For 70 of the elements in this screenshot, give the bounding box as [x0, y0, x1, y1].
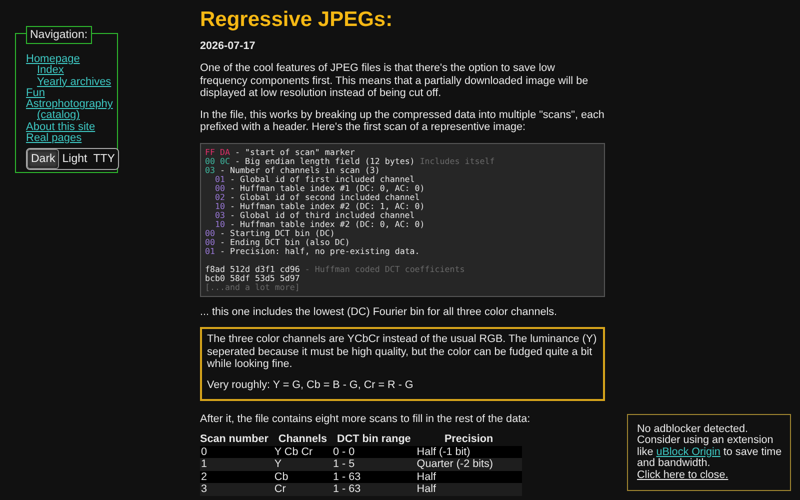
code-text: 00: [205, 236, 215, 246]
table-cell: 2: [200, 470, 274, 483]
code-text: - Huffman table index #2 (DC: 1, AC: 0): [228, 200, 425, 210]
code-text: 00: [205, 228, 215, 238]
nav-link[interactable]: About this site: [26, 122, 96, 134]
code-text: - "start of scan" marker: [234, 146, 355, 156]
nav-link[interactable]: Fun: [26, 88, 45, 100]
code-text: FF DA: [205, 146, 230, 156]
table-cell: Y: [273, 458, 332, 470]
code-text: - Huffman coded DCT coefficients: [304, 264, 465, 274]
paragraph: ... this one includes the lowest (DC) Fourier bin for all three color channels.: [200, 306, 558, 318]
table-cell: 1 - 5: [332, 458, 416, 470]
code-text: bcb0 58df 53d5 5d97: [205, 272, 300, 282]
table-cell: Cb: [273, 470, 332, 483]
nav-link[interactable]: Yearly archives: [37, 76, 112, 88]
code-text: 10: [214, 200, 225, 210]
nav-link[interactable]: Homepage: [26, 54, 80, 66]
table-cell: Cr: [273, 483, 332, 496]
table-cell: 1 - 63: [332, 483, 416, 496]
column-header: DCT bin range: [336, 432, 412, 446]
table-cell: Quarter (-2 bits): [416, 458, 522, 470]
code-text: - Ending DCT bin (also DC): [218, 236, 350, 246]
code-text: 02: [214, 192, 225, 202]
code-text: - Number of channels in scan (3): [218, 164, 380, 174]
code-text: 01: [214, 174, 225, 184]
article-title: Regressive JPEGs:: [200, 8, 394, 32]
table-cell: Y Cb Cr: [273, 446, 332, 458]
table-cell: Half: [416, 470, 522, 483]
column-header: Scan number: [200, 432, 270, 446]
table-cell: 0 - 0: [332, 446, 416, 458]
paragraph: After it, the file contains eight more scans to fill in the rest of the data:: [200, 413, 532, 426]
paragraph: One of the cool features of JPEG files is that there's the option to save low frequency components first. This means that a partially downloaded image will be displayed at low resolution instead of being cut off.: [200, 62, 590, 100]
code-text: - Huffman table index #1 (DC: 0, AC: 0): [228, 182, 425, 192]
close-link[interactable]: Click here to close.: [637, 468, 728, 480]
code-text: f8ad 512d d3f1 cd96: [205, 264, 300, 274]
table-cell: 0: [200, 446, 274, 458]
code-text: - Starting DCT bin (DC): [218, 228, 335, 238]
code-text: 10: [214, 218, 225, 228]
code-text: - Huffman table index #2 (DC: 0, AC: 0): [228, 218, 425, 228]
code-text: - Big endian length field (12 bytes): [234, 156, 416, 166]
table-cell: Half (-1 bit): [416, 446, 522, 458]
note-text: The three color channels are YCbCr instead of the usual RGB. The luminance (Y) seperated because it must be high quality, but the color can be fudged quite a bit while looking fine.: [207, 333, 598, 370]
table-cell: Half: [416, 483, 522, 496]
code-text: - Global id of first included channel: [228, 174, 415, 184]
code-text: 01: [205, 246, 215, 256]
code-text: 00 0C: [205, 156, 230, 166]
extension-link[interactable]: uBlock Origin: [656, 446, 720, 458]
theme-button[interactable]: Dark: [27, 149, 60, 170]
paragraph: In the file, this works by breaking up the compressed data into multiple "scans", each prefixed with a header. Here's the first scan of a representive image:: [200, 108, 605, 134]
code-text: - Global id of third included channel: [228, 210, 415, 220]
column-header: Precision: [443, 432, 494, 446]
column-header: Channels: [277, 432, 328, 446]
code-text: 00: [214, 182, 225, 192]
code-text: - Precision: half, no pre-existing data.: [218, 246, 420, 256]
article-date: 2026-07-17: [200, 40, 256, 52]
code-text: - Global id of second included channel: [228, 192, 420, 202]
nav-link[interactable]: Index: [37, 65, 64, 77]
navigation-title: Navigation:: [26, 26, 92, 44]
code-text: 03: [205, 164, 215, 174]
code-text: 03: [214, 210, 225, 220]
note-text: Very roughly: Y = G, Cb = B - G, Cr = R - G: [207, 378, 414, 391]
table-cell: 1: [200, 458, 274, 470]
table-cell: 1 - 63: [332, 470, 416, 483]
nav-link[interactable]: Astrophotography: [26, 99, 113, 110]
nav-link[interactable]: (catalog): [37, 110, 80, 122]
nav-link[interactable]: Real pages: [26, 133, 82, 144]
table-cell: 3: [200, 483, 274, 496]
code-text: Includes itself: [420, 156, 495, 166]
code-text: [...and a lot more]: [205, 282, 300, 292]
notice-text: No adblocker detected. Consider using an extension like uBlock Origin to save time and bandwidth. Click here to close.: [637, 424, 782, 481]
